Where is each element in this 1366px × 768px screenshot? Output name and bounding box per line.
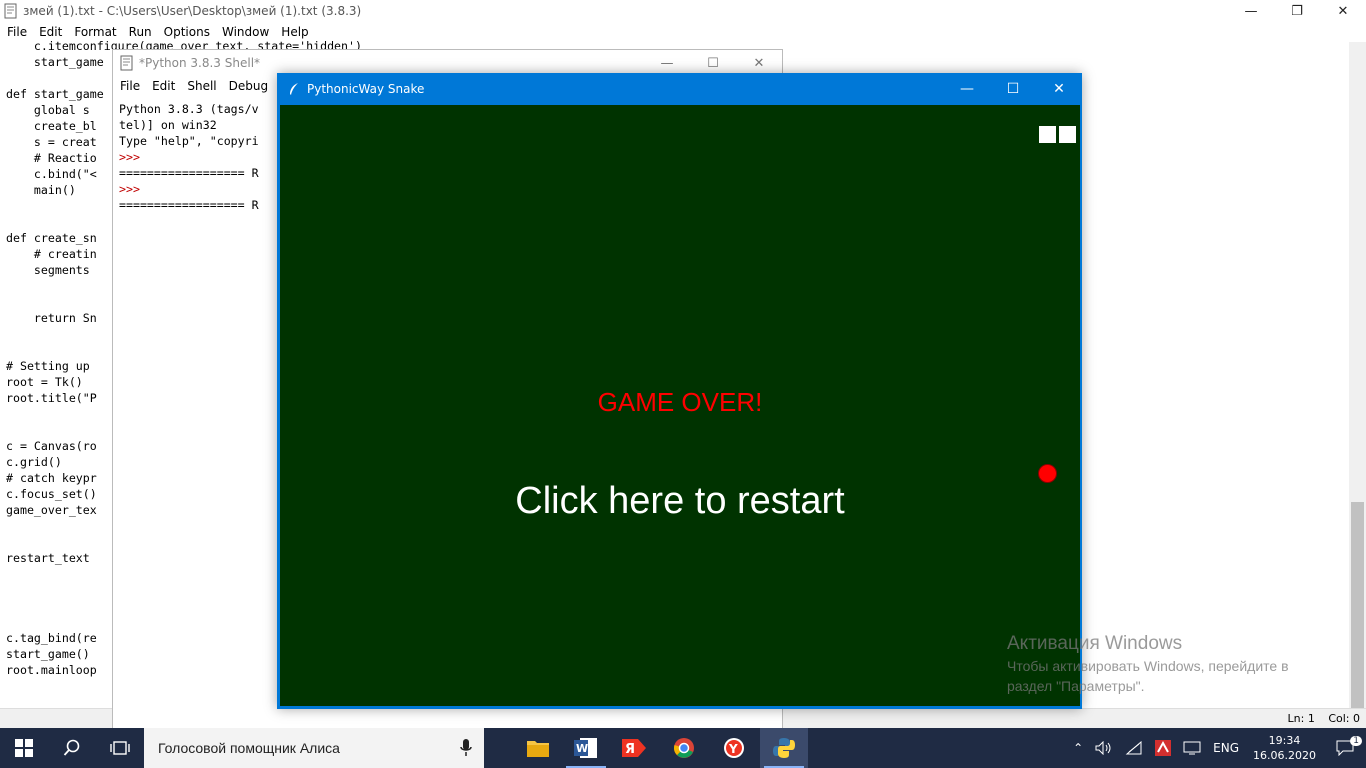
editor-menu-edit[interactable]: Edit <box>32 25 67 39</box>
svg-text:W: W <box>576 742 588 755</box>
monitor-icon <box>1183 741 1201 755</box>
game-over-text: GAME OVER! <box>597 387 763 417</box>
game-title-bar[interactable]: PythonicWay Snake — ☐ ✕ <box>277 73 1082 105</box>
antivirus-tray-button[interactable] <box>1149 728 1177 768</box>
game-close-button[interactable]: ✕ <box>1036 73 1082 105</box>
game-canvas[interactable]: GAME OVER! Click here to restart <box>280 105 1080 706</box>
idle-app-icon <box>4 3 17 19</box>
activation-title: Активация Windows <box>1007 633 1183 654</box>
notification-badge: 1 <box>1350 736 1362 746</box>
shell-output-line: Type "help", "copyri <box>119 134 259 148</box>
snake-segment <box>1058 125 1077 144</box>
editor-minimize-button[interactable]: — <box>1228 0 1274 22</box>
status-line: Ln: 1 <box>1287 712 1315 725</box>
activation-line-2: Чтобы активировать Windows, перейдите в <box>1007 658 1289 674</box>
shell-output-line: ================== R <box>119 166 259 180</box>
search-button[interactable] <box>48 728 96 768</box>
editor-menu-help[interactable]: Help <box>274 25 313 39</box>
system-tray: ⌃ ENG 19:34 16.06.2020 1 <box>1067 728 1366 768</box>
yandex-icon: Я <box>622 739 646 757</box>
tk-feather-icon <box>290 83 298 95</box>
python-taskbar-button[interactable] <box>760 728 808 768</box>
chevron-up-icon: ⌃ <box>1073 741 1084 755</box>
restart-button[interactable]: Click here to restart <box>280 480 1080 523</box>
search-icon <box>63 739 80 756</box>
shell-menu-debug[interactable]: Debug <box>222 79 273 93</box>
clock-date: 16.06.2020 <box>1253 749 1316 762</box>
editor-close-button[interactable]: ✕ <box>1320 0 1366 22</box>
svg-text:Y: Y <box>728 742 738 756</box>
svg-text:Я: Я <box>625 742 635 757</box>
snake-segment <box>1038 125 1057 144</box>
editor-menu-run[interactable]: Run <box>122 25 157 39</box>
microphone-icon[interactable] <box>448 738 484 758</box>
taskbar: Голосовой помощник Алиса W Я Y ⌃ ENG 19:… <box>0 728 1366 768</box>
network-button[interactable] <box>1119 728 1149 768</box>
editor-scrollbar[interactable] <box>1349 42 1366 734</box>
volume-icon <box>1095 741 1111 755</box>
show-hidden-icons-button[interactable]: ⌃ <box>1067 728 1089 768</box>
shell-menu-edit[interactable]: Edit <box>145 79 180 93</box>
shell-prompt: >>> <box>119 182 140 196</box>
task-view-icon <box>110 741 130 755</box>
editor-menu-format[interactable]: Format <box>67 25 121 39</box>
shell-output-area[interactable]: Python 3.8.3 (tags/v tel)] on win32 Type "… <box>119 101 259 213</box>
game-minimize-button[interactable]: — <box>944 73 990 105</box>
notification-center-button[interactable]: 1 <box>1324 728 1366 768</box>
windows-activation-watermark: Активация Windows Чтобы активировать Win… <box>1007 632 1289 696</box>
shell-title: *Python 3.8.3 Shell* <box>139 56 261 70</box>
clock-time: 19:34 <box>1268 734 1301 747</box>
clock[interactable]: 19:34 16.06.2020 <box>1245 728 1324 768</box>
windows-logo-icon <box>15 739 33 757</box>
game-title: PythonicWay Snake <box>307 82 425 96</box>
shell-prompt: >>> <box>119 150 140 164</box>
file-explorer-taskbar-button[interactable] <box>514 728 562 768</box>
game-maximize-button[interactable]: ☐ <box>990 73 1036 105</box>
task-view-button[interactable] <box>96 728 144 768</box>
antivirus-icon <box>1155 740 1172 756</box>
chrome-taskbar-button[interactable] <box>660 728 708 768</box>
alice-search-text: Голосовой помощник Алиса <box>158 740 340 756</box>
file-explorer-icon <box>527 741 549 757</box>
yandex-browser-taskbar-button[interactable]: Y <box>710 728 758 768</box>
shell-output-line: tel)] on win32 <box>119 118 217 132</box>
shell-menu-shell[interactable]: Shell <box>180 79 221 93</box>
editor-title: змей (1).txt - C:\Users\User\Desktop\зме… <box>23 4 362 18</box>
word-icon: W <box>574 738 597 758</box>
yandex-browser-icon: Y <box>724 738 744 758</box>
alice-search-box[interactable]: Голосовой помощник Алиса <box>144 728 484 768</box>
idle-app-icon <box>120 55 133 71</box>
chrome-icon <box>674 738 694 758</box>
language-indicator[interactable]: ENG <box>1207 728 1245 768</box>
volume-button[interactable] <box>1089 728 1119 768</box>
shell-menu-file[interactable]: File <box>113 79 145 93</box>
wifi-icon <box>1125 741 1142 755</box>
word-taskbar-button[interactable]: W <box>562 728 610 768</box>
shell-output-line: Python 3.8.3 (tags/v <box>119 102 259 116</box>
editor-maximize-button[interactable]: ❐ <box>1274 0 1320 22</box>
yandex-taskbar-button[interactable]: Я <box>610 728 658 768</box>
start-button[interactable] <box>0 728 48 768</box>
editor-menu-options[interactable]: Options <box>157 25 215 39</box>
python-icon <box>773 738 795 758</box>
editor-scrollbar-thumb[interactable] <box>1351 502 1364 734</box>
editor-menu-window[interactable]: Window <box>215 25 274 39</box>
shell-output-line: ================== R <box>119 198 259 212</box>
editor-menu-file[interactable]: File <box>0 25 32 39</box>
display-tray-button[interactable] <box>1177 728 1207 768</box>
editor-title-bar[interactable]: змей (1).txt - C:\Users\User\Desktop\зме… <box>0 0 1366 22</box>
status-col: Col: 0 <box>1328 712 1360 725</box>
snake-game-window: PythonicWay Snake — ☐ ✕ GAME OVER! Click… <box>277 73 1082 709</box>
activation-line-3: раздел "Параметры". <box>1007 678 1145 694</box>
